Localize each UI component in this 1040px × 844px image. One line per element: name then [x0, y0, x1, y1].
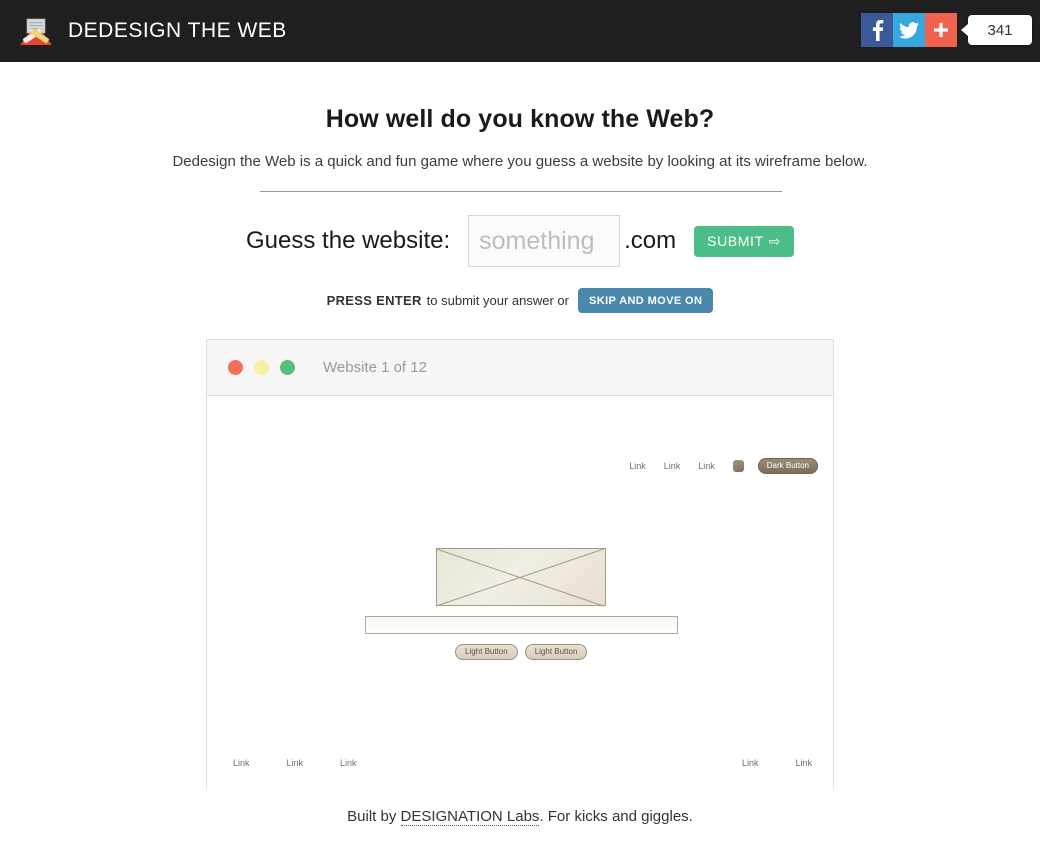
wireframe-nav-link[interactable]: Link — [698, 461, 715, 471]
facebook-share-button[interactable] — [861, 13, 893, 47]
brand-title: DEDESIGN THE WEB — [68, 19, 287, 42]
browser-caption: Website 1 of 12 — [323, 359, 427, 376]
wireframe-footer-link[interactable]: Link — [742, 758, 759, 768]
social-share-cluster: 341 — [861, 13, 1032, 47]
facebook-icon — [872, 20, 883, 41]
wireframe-light-button[interactable]: Light Button — [455, 644, 518, 660]
browser-mock: Website 1 of 12 Link Link Link Dark Butt… — [206, 339, 834, 789]
avatar-dot-icon[interactable] — [732, 459, 744, 472]
image-placeholder-icon — [436, 548, 606, 606]
wireframe-footer-left: Link Link Link — [233, 758, 357, 768]
guess-label: Guess the website: — [246, 227, 451, 254]
footer-suffix: . For kicks and giggles. — [539, 808, 693, 825]
divider — [260, 191, 782, 192]
skip-button[interactable]: SKIP AND MOVE ON — [578, 288, 714, 313]
page-footer: Built by DESIGNATION Labs. For kicks and… — [0, 808, 1040, 826]
footer-prefix: Built by — [347, 808, 401, 825]
wireframe-light-buttons: Light Button Light Button — [455, 644, 588, 660]
guess-input[interactable] — [468, 215, 621, 267]
window-minimize-dot-icon[interactable] — [254, 360, 269, 375]
share-count-value: 341 — [987, 21, 1013, 39]
wireframe-nav-link[interactable]: Link — [664, 461, 681, 471]
wireframe-top-nav: Link Link Link Dark Button — [629, 458, 818, 474]
arrow-right-icon: ⇨ — [768, 232, 781, 249]
share-count-badge: 341 — [961, 15, 1032, 45]
hint-text: to submit your answer or — [426, 293, 569, 308]
wireframe-canvas: Link Link Link Dark Button Light Button … — [207, 396, 833, 789]
twitter-share-button[interactable] — [893, 13, 925, 47]
more-share-button[interactable] — [925, 13, 957, 47]
wireframe-content-bar — [365, 616, 678, 634]
browser-title-bar: Website 1 of 12 — [207, 340, 833, 396]
submit-button[interactable]: SUBMIT ⇨ — [694, 225, 794, 257]
wireframe-light-button[interactable]: Light Button — [524, 644, 588, 660]
twitter-icon — [899, 21, 919, 38]
wireframe-footer: Link Link Link Link Link — [207, 758, 833, 778]
wireframe-footer-link[interactable]: Link — [287, 758, 304, 768]
guess-row: Guess the website: .com SUBMIT ⇨ — [0, 215, 1040, 267]
wireframe-footer-right: Link Link — [742, 758, 812, 768]
domain-suffix-label: .com — [624, 227, 677, 254]
hint-row: PRESS ENTER to submit your answer or SKI… — [0, 288, 1040, 313]
site-header: DEDESIGN THE WEB 341 — [0, 0, 1040, 62]
designation-labs-link[interactable]: DESIGNATION Labs — [400, 808, 540, 826]
wireframe-footer-link[interactable]: Link — [233, 758, 250, 768]
envelope-pencil-logo-icon — [16, 16, 56, 46]
window-close-dot-icon[interactable] — [228, 360, 243, 375]
wireframe-dark-button[interactable]: Dark Button — [757, 458, 818, 474]
plus-icon — [934, 23, 948, 37]
submit-button-label: SUBMIT — [707, 233, 764, 249]
wireframe-footer-link[interactable]: Link — [795, 758, 812, 768]
press-enter-label: PRESS ENTER — [326, 293, 422, 308]
wireframe-nav-link[interactable]: Link — [629, 461, 646, 471]
page-subtitle: Dedesign the Web is a quick and fun game… — [172, 153, 868, 170]
window-maximize-dot-icon[interactable] — [280, 360, 295, 375]
wireframe-footer-link[interactable]: Link — [340, 758, 357, 768]
brand[interactable]: DEDESIGN THE WEB — [16, 0, 287, 62]
page-title: How well do you know the Web? — [325, 105, 715, 133]
